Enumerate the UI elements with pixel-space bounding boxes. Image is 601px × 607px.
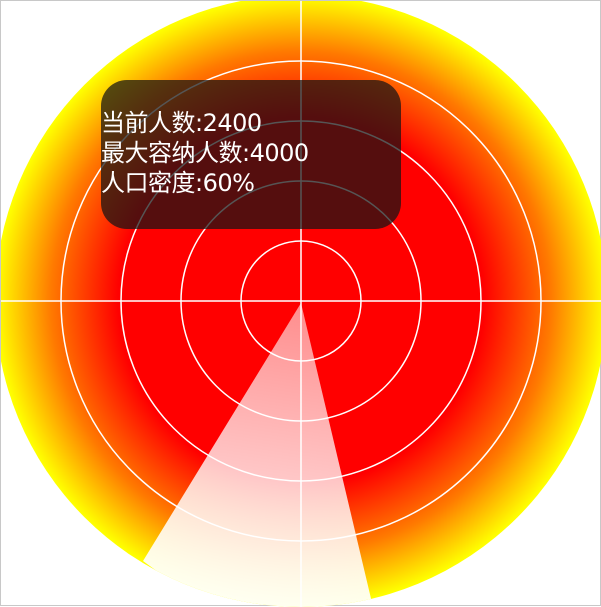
max-capacity-text: 最大容纳人数:4000 <box>101 139 309 167</box>
density-text: 人口密度:60% <box>101 169 255 197</box>
radar-panel: 当前人数:2400 最大容纳人数:4000 人口密度:60% <box>0 0 601 607</box>
current-count-text: 当前人数:2400 <box>101 109 262 137</box>
info-tooltip: 当前人数:2400 最大容纳人数:4000 人口密度:60% <box>101 80 401 229</box>
